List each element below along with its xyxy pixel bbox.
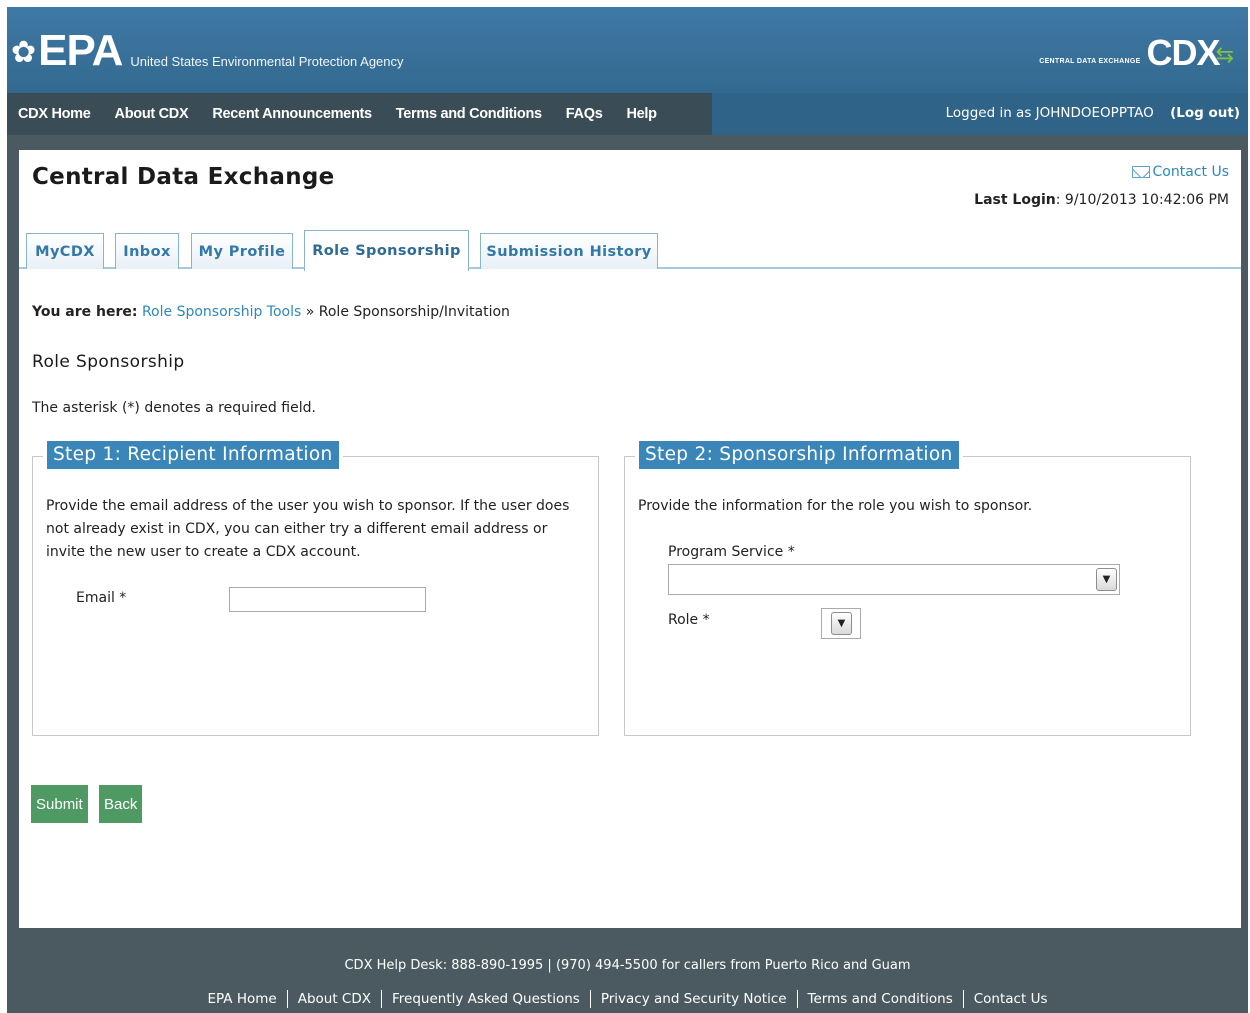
- epa-logo[interactable]: ✿ EPA United States Environmental Protec…: [11, 25, 404, 73]
- epa-flower-icon: ✿: [11, 35, 37, 70]
- nav-terms-and-conditions[interactable]: Terms and Conditions: [384, 106, 554, 122]
- role-select[interactable]: ▼: [821, 608, 861, 639]
- back-button[interactable]: Back: [99, 785, 143, 823]
- step1-description: Provide the email address of the user yo…: [46, 498, 570, 560]
- breadcrumb-current: Role Sponsorship/Invitation: [318, 304, 510, 320]
- step1-recipient-box: Step 1: Recipient Information Provide th…: [32, 441, 599, 736]
- footer-link-terms[interactable]: Terms and Conditions: [798, 991, 963, 1007]
- submit-button[interactable]: Submit: [31, 785, 88, 823]
- footer-link-epa-home[interactable]: EPA Home: [198, 991, 287, 1007]
- last-login-label: Last Login: [974, 192, 1056, 208]
- footer-link-privacy[interactable]: Privacy and Security Notice: [591, 991, 797, 1007]
- tab-my-profile[interactable]: My Profile: [191, 233, 293, 269]
- page-frame: ✿ EPA United States Environmental Protec…: [7, 7, 1248, 1013]
- chevron-down-icon[interactable]: ▼: [831, 612, 852, 635]
- nav-recent-announcements[interactable]: Recent Announcements: [200, 106, 383, 122]
- tab-role-sponsorship[interactable]: Role Sponsorship: [304, 230, 469, 271]
- role-label: Role *: [668, 612, 710, 628]
- footer-link-faq[interactable]: Frequently Asked Questions: [382, 991, 590, 1007]
- contact-us-link[interactable]: Contact Us: [1131, 164, 1229, 180]
- cdx-arrow-icon: ⇆: [1215, 43, 1234, 68]
- help-desk-text: CDX Help Desk: 888-890-1995 | (970) 494-…: [344, 958, 911, 973]
- nav-help[interactable]: Help: [614, 106, 668, 122]
- last-login-value: : 9/10/2013 10:42:06 PM: [1055, 192, 1229, 208]
- agency-name: United States Environmental Protection A…: [130, 54, 404, 69]
- main-nav: CDX Home About CDX Recent Announcements …: [7, 93, 1248, 135]
- contact-us-label: Contact Us: [1152, 164, 1229, 180]
- footer-links: EPA Home About CDX Frequently Asked Ques…: [7, 990, 1248, 1008]
- breadcrumb-prefix: You are here:: [32, 304, 138, 320]
- logout-link[interactable]: (Log out): [1170, 105, 1240, 121]
- nav-about-cdx[interactable]: About CDX: [103, 106, 201, 122]
- breadcrumb: You are here: Role Sponsorship Tools » R…: [32, 304, 510, 320]
- tab-mycdx[interactable]: MyCDX: [26, 233, 104, 269]
- breadcrumb-separator: »: [305, 304, 315, 320]
- email-input[interactable]: [229, 587, 426, 612]
- cdx-wordmark: CDX: [1146, 32, 1221, 73]
- step2-sponsorship-box: Step 2: Sponsorship Information Provide …: [624, 441, 1191, 736]
- footer-link-about-cdx[interactable]: About CDX: [288, 991, 381, 1007]
- logged-in-text: Logged in as JOHNDOEOPPTAO: [945, 105, 1154, 121]
- nav-cdx-home[interactable]: CDX Home: [7, 106, 103, 122]
- cdx-tagline: CENTRAL DATA EXCHANGE: [1039, 58, 1141, 65]
- site-title: Central Data Exchange: [32, 164, 335, 190]
- breadcrumb-link-role-sponsorship-tools[interactable]: Role Sponsorship Tools: [142, 304, 301, 320]
- chevron-down-icon[interactable]: ▼: [1096, 568, 1117, 591]
- step2-legend: Step 2: Sponsorship Information: [635, 441, 963, 469]
- site-header: ✿ EPA United States Environmental Protec…: [7, 7, 1248, 93]
- footer-link-contact-us[interactable]: Contact Us: [964, 991, 1058, 1007]
- mail-icon: [1131, 166, 1150, 178]
- cdx-logo[interactable]: CENTRAL DATA EXCHANGE CDX ⇆: [1039, 35, 1234, 71]
- nav-links: CDX Home About CDX Recent Announcements …: [7, 93, 712, 135]
- program-service-select[interactable]: ▼: [668, 564, 1120, 595]
- tab-bar: MyCDX Inbox My Profile Role Sponsorship …: [19, 230, 1241, 271]
- email-label: Email *: [76, 590, 127, 606]
- tab-submission-history[interactable]: Submission History: [480, 233, 658, 269]
- required-field-note: The asterisk (*) denotes a required fiel…: [32, 400, 316, 416]
- step1-legend: Step 1: Recipient Information: [43, 441, 343, 469]
- login-info: Logged in as JOHNDOEOPPTAO (Log out): [946, 105, 1240, 121]
- tab-inbox[interactable]: Inbox: [115, 233, 179, 269]
- page-heading: Role Sponsorship: [32, 352, 185, 372]
- step2-description: Provide the information for the role you…: [638, 498, 1033, 514]
- last-login: Last Login: 9/10/2013 10:42:06 PM: [974, 192, 1229, 208]
- nav-faqs[interactable]: FAQs: [554, 106, 615, 122]
- program-service-label: Program Service *: [668, 544, 795, 560]
- content-panel: Central Data Exchange Contact Us Last Lo…: [19, 150, 1241, 928]
- epa-wordmark: EPA: [38, 26, 123, 75]
